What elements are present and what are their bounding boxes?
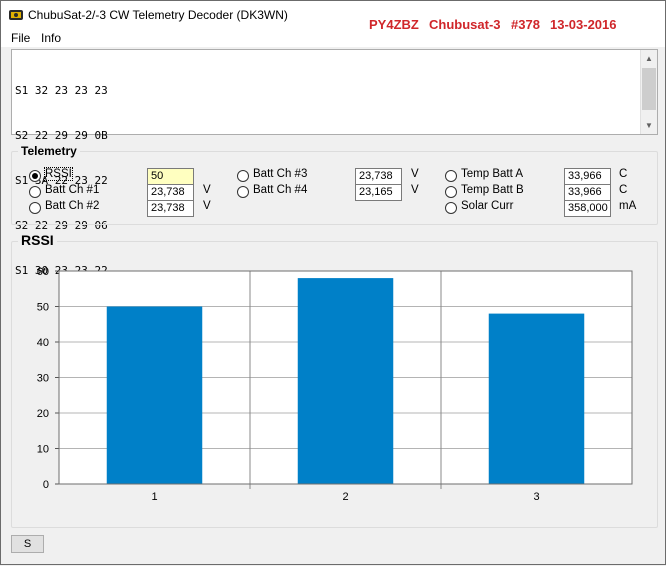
bar xyxy=(106,306,203,484)
x-tick-label: 3 xyxy=(533,491,539,503)
y-tick-label: 50 xyxy=(37,302,49,314)
x-tick-label: 2 xyxy=(342,491,348,503)
y-tick-label: 10 xyxy=(37,444,49,456)
y-tick-label: 40 xyxy=(37,337,49,349)
y-tick-label: 0 xyxy=(43,479,49,491)
rssi-bar-chart: 0 10 20 30 40 50 60 1 2 3 xyxy=(37,266,633,503)
x-tick-label: 1 xyxy=(151,491,157,503)
app-window: ChubuSat-2/-3 CW Telemetry Decoder (DK3W… xyxy=(0,0,666,565)
y-tick-label: 20 xyxy=(37,408,49,420)
bar xyxy=(297,278,394,484)
y-tick-label: 60 xyxy=(37,266,49,278)
y-tick-label: 30 xyxy=(37,373,49,385)
bar xyxy=(488,313,585,484)
s-button[interactable]: S xyxy=(11,535,44,553)
